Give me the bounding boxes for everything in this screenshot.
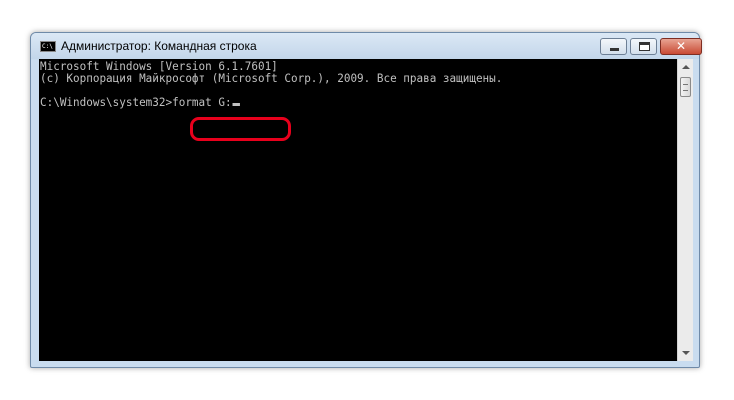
scroll-down-arrow-icon[interactable] bbox=[682, 351, 690, 355]
close-icon: ✕ bbox=[675, 39, 687, 53]
title-bar[interactable]: C:\ Администратор: Командная строка ✕ bbox=[31, 33, 702, 59]
command-text[interactable]: format G: bbox=[172, 95, 231, 109]
maximize-icon bbox=[639, 42, 650, 51]
minimize-icon bbox=[610, 48, 619, 51]
cmd-window: C:\ Администратор: Командная строка ✕ Mi… bbox=[30, 32, 702, 368]
close-button[interactable]: ✕ bbox=[660, 38, 702, 55]
vertical-scrollbar[interactable] bbox=[677, 59, 693, 361]
copyright-line: (c) Корпорация Майкрософт (Microsoft Cor… bbox=[40, 71, 503, 85]
text-cursor bbox=[232, 103, 240, 106]
console-app-icon[interactable]: C:\ bbox=[40, 41, 56, 52]
scroll-thumb[interactable] bbox=[680, 77, 691, 97]
minimize-button[interactable] bbox=[600, 38, 627, 55]
maximize-button[interactable] bbox=[630, 38, 657, 55]
command-prompt: C:\Windows\system32> bbox=[40, 95, 173, 109]
window-title: Администратор: Командная строка bbox=[61, 39, 257, 53]
scroll-up-arrow-icon[interactable] bbox=[682, 65, 690, 69]
command-line: C:\Windows\system32>format G: bbox=[40, 96, 240, 108]
console-output[interactable]: Microsoft Windows [Version 6.1.7601] (c)… bbox=[39, 59, 677, 361]
command-highlight-outline bbox=[190, 117, 291, 141]
